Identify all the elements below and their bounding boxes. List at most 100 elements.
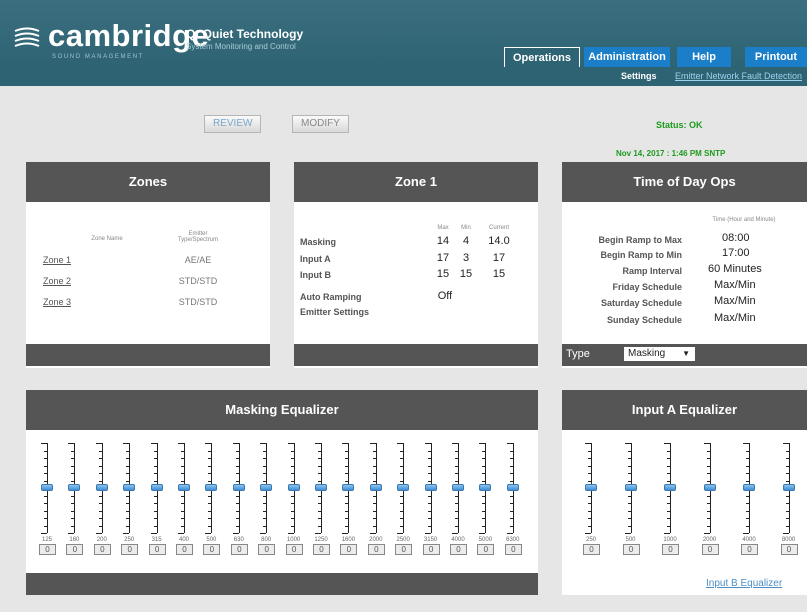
slider-handle[interactable] bbox=[585, 484, 597, 491]
slider-handle[interactable] bbox=[424, 484, 437, 491]
zone-1-type: AE/AE bbox=[184, 255, 212, 265]
input-b-current: 15 bbox=[492, 268, 506, 280]
type-select[interactable]: Masking ▼ bbox=[624, 347, 695, 361]
slider-tick bbox=[126, 473, 130, 474]
tab-help[interactable]: Help bbox=[677, 47, 731, 67]
slider-handle[interactable] bbox=[68, 484, 81, 491]
slider-tick bbox=[455, 473, 458, 474]
slider-handle[interactable] bbox=[743, 484, 755, 491]
slider-tick bbox=[482, 465, 486, 467]
band-value-field[interactable]: 0 bbox=[313, 544, 330, 555]
subnav-fault-detection-link[interactable]: Emitter Network Fault Detection bbox=[675, 71, 802, 81]
slider-tick bbox=[95, 533, 102, 534]
slider-tick bbox=[44, 473, 47, 474]
slider-tick bbox=[746, 473, 749, 474]
band-value-field[interactable]: 0 bbox=[741, 544, 758, 555]
band-value-field[interactable]: 0 bbox=[450, 544, 467, 555]
slider-tick bbox=[41, 533, 47, 534]
slider-handle[interactable] bbox=[624, 484, 637, 491]
slider-tick bbox=[452, 533, 458, 534]
zone-2-link[interactable]: Zone 2 bbox=[43, 276, 71, 286]
band-value-field[interactable]: 0 bbox=[148, 544, 166, 555]
band-value-field[interactable]: 0 bbox=[93, 544, 111, 555]
band-value-field[interactable]: 0 bbox=[701, 544, 719, 555]
slider-handle[interactable] bbox=[41, 484, 53, 491]
tab-administration[interactable]: Administration bbox=[584, 47, 670, 67]
slider-tick bbox=[126, 495, 130, 497]
slider-tick bbox=[126, 465, 130, 467]
band-value-field[interactable]: 0 bbox=[176, 544, 193, 555]
band-value-field[interactable]: 0 bbox=[258, 544, 276, 555]
band-value-field[interactable]: 0 bbox=[622, 544, 640, 555]
band-value-field[interactable]: 0 bbox=[39, 544, 56, 555]
slider-tick bbox=[400, 465, 404, 467]
slider-tick bbox=[703, 443, 710, 444]
modify-button[interactable]: MODIFY bbox=[292, 115, 349, 133]
band-value-field[interactable]: 0 bbox=[780, 544, 798, 555]
slider-handle[interactable] bbox=[664, 484, 676, 491]
band-value-field[interactable]: 0 bbox=[121, 544, 139, 555]
slider-handle[interactable] bbox=[205, 484, 218, 491]
band-value-field[interactable]: 0 bbox=[285, 544, 303, 555]
slider-handle[interactable] bbox=[342, 484, 355, 491]
band-value-field[interactable]: 0 bbox=[583, 544, 600, 555]
slider-handle[interactable] bbox=[506, 484, 519, 491]
slider-handle[interactable] bbox=[452, 484, 464, 491]
slider-tick bbox=[178, 443, 184, 444]
slider-tick bbox=[400, 458, 404, 459]
chevron-down-icon: ▼ bbox=[682, 349, 690, 358]
slider-handle[interactable] bbox=[232, 484, 245, 491]
slider-handle[interactable] bbox=[123, 484, 136, 491]
slider-tick bbox=[153, 503, 157, 504]
band-value-field[interactable]: 0 bbox=[340, 544, 358, 555]
slider-handle[interactable] bbox=[703, 484, 716, 491]
zone-1-link[interactable]: Zone 1 bbox=[43, 255, 71, 265]
slider-handle[interactable] bbox=[178, 484, 190, 491]
slider-tick bbox=[315, 443, 321, 444]
zone1-col-max: Max bbox=[437, 225, 449, 231]
slider-tick bbox=[263, 480, 267, 482]
band-value-field[interactable]: 0 bbox=[395, 544, 413, 555]
slider-tick bbox=[44, 450, 47, 452]
slider-handle[interactable] bbox=[287, 484, 300, 491]
slider-handle[interactable] bbox=[369, 484, 382, 491]
band-value-field[interactable]: 0 bbox=[662, 544, 679, 555]
slider-tick bbox=[153, 480, 157, 482]
band-frequency-label: 5000 bbox=[478, 537, 493, 543]
tab-printout[interactable]: Printout bbox=[745, 47, 807, 67]
input-b-equalizer-link[interactable]: Input B Equalizer bbox=[706, 578, 782, 589]
band-value-field[interactable]: 0 bbox=[367, 544, 385, 555]
slider-tick bbox=[235, 503, 239, 504]
band-value-field[interactable]: 0 bbox=[504, 544, 522, 555]
slider-handle[interactable] bbox=[260, 484, 273, 491]
review-button[interactable]: REVIEW bbox=[204, 115, 262, 133]
band-value-field[interactable]: 0 bbox=[477, 544, 495, 555]
band-value-field[interactable]: 0 bbox=[66, 544, 84, 555]
subnav-settings-link[interactable]: Settings bbox=[621, 71, 657, 81]
slider-tick bbox=[260, 533, 267, 534]
begin-ramp-max-value: 08:00 bbox=[722, 232, 750, 244]
zone-3-type: STD/STD bbox=[178, 297, 218, 307]
slider-handle[interactable] bbox=[479, 484, 492, 491]
band-value-field[interactable]: 0 bbox=[203, 544, 221, 555]
band-value-field[interactable]: 0 bbox=[230, 544, 248, 555]
slider-tick bbox=[372, 473, 376, 474]
slider-tick bbox=[342, 443, 349, 444]
slider-tick bbox=[41, 443, 47, 444]
slider-tick bbox=[290, 525, 294, 527]
slider-handle[interactable] bbox=[95, 484, 108, 491]
slider-handle[interactable] bbox=[315, 484, 327, 491]
input-a-label: Input A bbox=[300, 254, 331, 264]
slider-tick bbox=[509, 525, 513, 527]
band-value-field[interactable]: 0 bbox=[422, 544, 440, 555]
slider-handle[interactable] bbox=[782, 484, 795, 491]
slider-handle[interactable] bbox=[397, 484, 410, 491]
slider-tick bbox=[400, 510, 404, 512]
zone-3-link[interactable]: Zone 3 bbox=[43, 297, 71, 307]
slider-tick bbox=[44, 480, 47, 482]
slider-handle[interactable] bbox=[150, 484, 163, 491]
slider-tick bbox=[153, 495, 157, 497]
tab-operations[interactable]: Operations bbox=[504, 47, 580, 67]
slider-tick bbox=[400, 525, 404, 527]
status-datetime: Nov 14, 2017 : 1:46 PM SNTP bbox=[616, 149, 726, 158]
